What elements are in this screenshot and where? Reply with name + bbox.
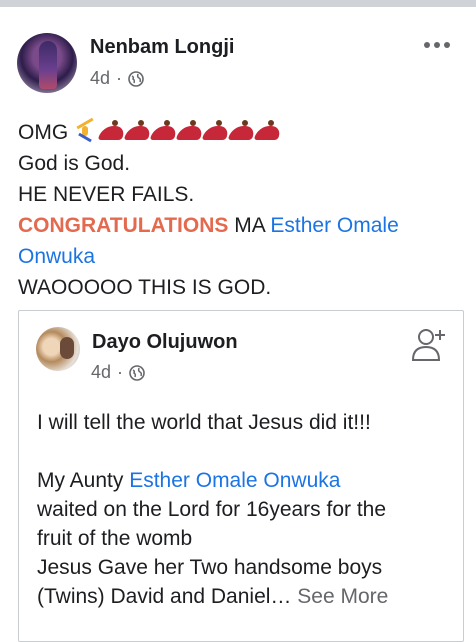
dancer-emoji-icon [97, 120, 127, 140]
add-friend-icon[interactable] [410, 326, 448, 362]
shared-line: fruit of the womb [37, 527, 193, 550]
post-body: OMG God is God. HE NEVER FAILS. CONGRATU… [18, 117, 458, 303]
post-line-2: God is God. [18, 152, 131, 175]
congrats-text: CONGRATULATIONS [18, 214, 229, 237]
shared-line: waited on the Lord for 16years for the [37, 498, 387, 521]
globe-icon [129, 364, 145, 381]
post-meta: 4d · [90, 68, 144, 89]
mention-link[interactable]: Esther Omale Onwuka [129, 469, 340, 492]
dancer-emoji-icon [201, 120, 231, 140]
shared-author-name[interactable]: Dayo Olujuwon [92, 331, 238, 354]
see-more-link[interactable]: See More [297, 585, 388, 608]
shared-post-meta: 4d · [91, 362, 145, 383]
shared-line: My Aunty Esther Omale Onwuka [37, 466, 447, 495]
shared-post-time[interactable]: 4d [91, 362, 111, 383]
post-line-1: OMG [18, 117, 458, 148]
dancer-emoji-icon [175, 120, 205, 140]
twins-text: (Twins) David and Daniel… [37, 585, 292, 608]
shared-line: Jesus Gave her Two handsome boys [37, 556, 383, 579]
author-name[interactable]: Nenbam Longji [90, 36, 234, 59]
mention-link[interactable]: Esther Omale [270, 214, 398, 237]
omg-text: OMG [18, 121, 69, 144]
emoji-row [74, 117, 283, 143]
post-line-4: CONGRATULATIONS MA Esther Omale [18, 210, 458, 241]
dot-icon [434, 42, 440, 48]
dancer-emoji-icon [227, 120, 257, 140]
dancer-emoji-icon [149, 120, 179, 140]
aunty-text: My Aunty [37, 469, 130, 492]
globe-icon [128, 70, 144, 87]
post-line-6: WAOOOOO THIS IS GOD. [18, 276, 272, 299]
shared-line: (Twins) David and Daniel… See More [37, 582, 447, 611]
shared-author-avatar[interactable] [36, 327, 80, 371]
top-divider [0, 0, 476, 7]
more-options-button[interactable] [424, 38, 454, 52]
dot-icon [424, 42, 430, 48]
cartwheel-emoji-icon [74, 117, 96, 143]
dot-icon [444, 42, 450, 48]
shared-post-body: I will tell the world that Jesus did it!… [37, 408, 447, 611]
post-line-5: Onwuka [18, 241, 458, 272]
dancer-emoji-icon [123, 120, 153, 140]
dancer-emoji-icon [253, 120, 283, 140]
meta-dot: · [116, 68, 123, 88]
ma-text: MA [228, 214, 271, 237]
meta-dot: · [117, 362, 124, 382]
post-line-3: HE NEVER FAILS. [18, 183, 195, 206]
shared-line: I will tell the world that Jesus did it!… [37, 411, 371, 434]
author-avatar[interactable] [17, 33, 77, 93]
mention-link[interactable]: Onwuka [18, 245, 95, 268]
post-time[interactable]: 4d [90, 68, 110, 89]
